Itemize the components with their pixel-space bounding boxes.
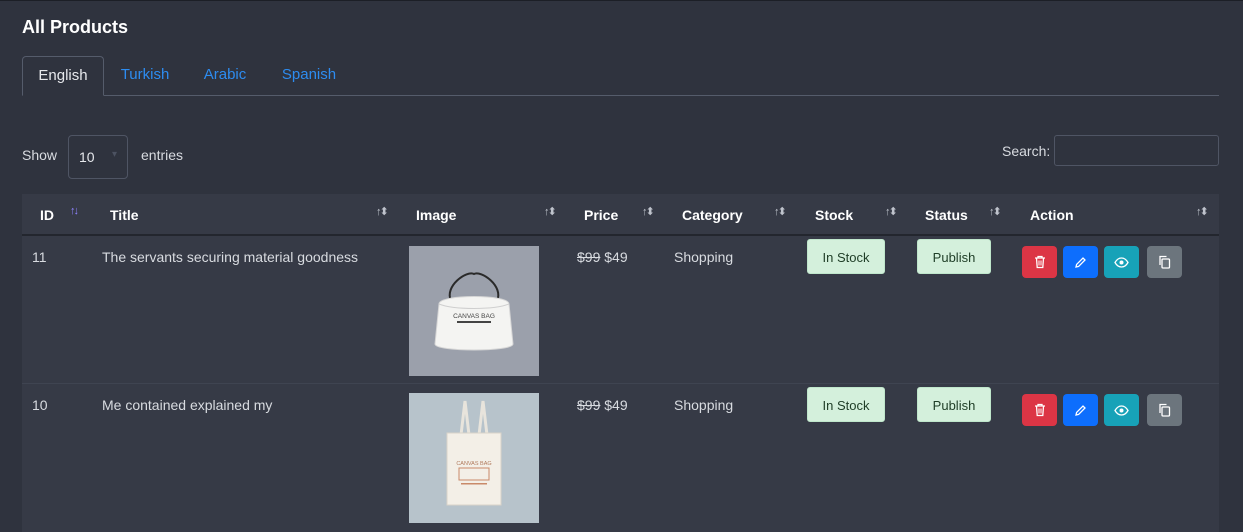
status-badge[interactable]: Publish [917,387,991,422]
sort-icon[interactable]: ↑⬍ [376,205,389,218]
bag-print-text: CANVAS BAG [453,313,495,320]
column-header-category[interactable]: Category [682,207,743,223]
sort-desc-icon[interactable]: ↑↓ [70,205,79,217]
delete-button[interactable] [1022,246,1057,278]
column-header-id[interactable]: ID [40,207,54,223]
sort-icon[interactable]: ↑⬍ [885,205,898,218]
row-title: The servants securing material goodness [102,249,359,265]
sale-price: $49 [604,249,628,265]
trash-icon [1034,403,1045,417]
stock-badge: In Stock [807,239,885,274]
products-table: ID ↑↓ Title ↑⬍ Image ↑⬍ Price ↑⬍ Categor… [22,194,1219,532]
trash-icon [1034,255,1045,269]
sort-icon[interactable]: ↑⬍ [544,205,557,218]
language-tabs: English Turkish Arabic Spanish [22,56,1219,96]
sort-icon[interactable]: ↑⬍ [989,205,1002,218]
sort-icon[interactable]: ↑⬍ [774,205,787,218]
chevron-down-icon: ▾ [111,149,117,160]
sort-icon[interactable]: ↑⬍ [1196,205,1209,218]
table-row: 11 The servants securing material goodne… [22,236,1219,383]
bag-print-text: CANVAS BAG [456,461,491,467]
canvas-tote-bag-image: CANVAS BAG [409,393,539,523]
search-label: Search: [1002,143,1051,159]
old-price: $99 [577,397,601,413]
row-title: Me contained explained my [102,397,273,413]
eye-icon [1114,256,1129,268]
row-category: Shopping [674,249,734,265]
canvas-drawstring-bag-image: CANVAS BAG [409,246,539,376]
pencil-icon [1075,404,1086,416]
tab-english[interactable]: English [22,56,104,96]
row-id: 10 [32,397,48,413]
column-header-status[interactable]: Status [925,207,968,223]
tab-turkish[interactable]: Turkish [114,56,176,95]
delete-button[interactable] [1022,394,1057,426]
products-page: All Products English Turkish Arabic Span… [0,0,1243,532]
sort-icon[interactable]: ↑⬍ [642,205,655,218]
sale-price: $49 [604,397,628,413]
copy-icon [1159,255,1171,269]
column-header-title[interactable]: Title [110,207,139,223]
view-button[interactable] [1104,246,1139,278]
page-length-value: 10 [79,149,95,165]
page-title: All Products [22,17,129,37]
stock-badge: In Stock [807,387,885,422]
show-label: Show [22,147,58,163]
tab-arabic[interactable]: Arabic [198,56,252,95]
old-price: $99 [577,249,601,265]
row-category: Shopping [674,397,734,413]
tab-spanish[interactable]: Spanish [278,56,340,95]
copy-icon [1159,403,1171,417]
row-id: 11 [32,249,47,265]
row-price: $99 $49 [577,397,628,413]
edit-button[interactable] [1063,246,1098,278]
eye-icon [1114,404,1129,416]
copy-button[interactable] [1147,394,1182,426]
status-badge[interactable]: Publish [917,239,991,274]
entries-label: entries [141,147,184,163]
column-header-stock[interactable]: Stock [815,207,853,223]
table-header: ID ↑↓ Title ↑⬍ Image ↑⬍ Price ↑⬍ Categor… [22,194,1219,236]
pencil-icon [1075,256,1086,268]
table-row: 10 Me contained explained my CANVAS BAG … [22,383,1219,531]
page-length-select[interactable]: 10 ▾ [68,135,128,179]
row-price: $99 $49 [577,249,628,265]
view-button[interactable] [1104,394,1139,426]
column-header-action: Action [1030,207,1074,223]
search-input[interactable] [1054,135,1219,166]
edit-button[interactable] [1063,394,1098,426]
copy-button[interactable] [1147,246,1182,278]
column-header-image[interactable]: Image [416,207,456,223]
column-header-price[interactable]: Price [584,207,618,223]
